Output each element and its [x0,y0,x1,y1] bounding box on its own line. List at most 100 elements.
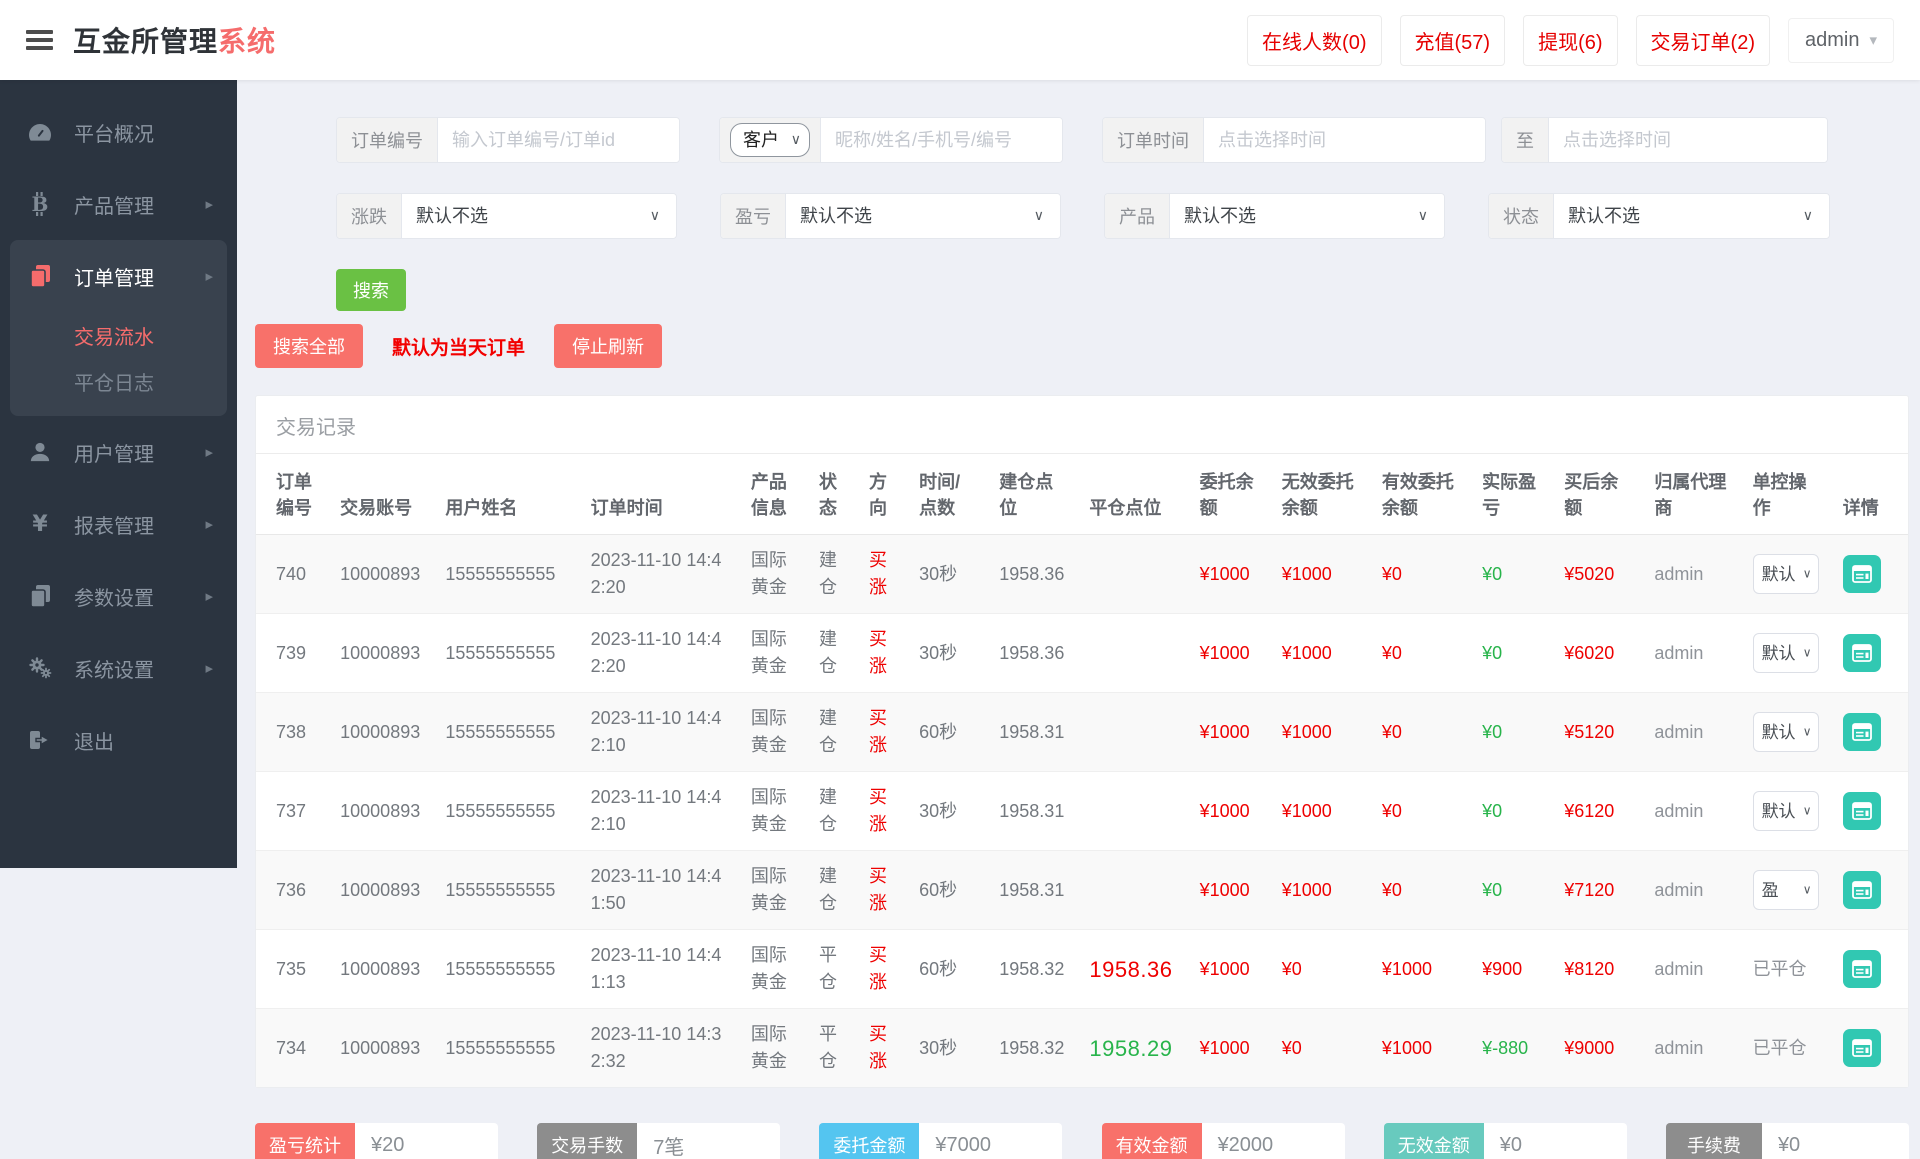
updown-select-wrap: 默认不选 ∨ [402,194,676,238]
top-header: 互金所管理系统 在线人数(0) 充值(57) 提现(6) 交易订单(2) adm… [0,0,1920,80]
cell-entrust: ¥1000 [1199,1037,1250,1058]
cell-after-balance: ¥6120 [1564,771,1655,852]
cell-after-balance: ¥8120 [1564,929,1655,1010]
cell-close-point: 1958.29 [1089,1035,1173,1061]
sidebar-item-label: 参数设置 [74,587,154,610]
control-select[interactable]: 盈 [1752,870,1819,911]
detail-button[interactable] [1842,792,1881,831]
chevron-right-icon: ▸ [205,516,213,533]
cell-product: 国际黄金 [750,534,819,615]
withdraw-count-button[interactable]: 提现(6) [1523,14,1618,66]
online-count-button[interactable]: 在线人数(0) [1247,14,1382,66]
recharge-count-button[interactable]: 充值(57) [1399,14,1506,66]
detail-icon [1851,802,1872,821]
cell-control: 默认 ∨ [1752,692,1843,773]
control-select[interactable]: 默认 [1752,712,1819,753]
sidebar-item-parameter-settings[interactable]: 参数设置 ▸ [0,560,237,632]
cell-user-name: 15555555555 [445,771,591,852]
cell-duration: 30秒 [919,771,1000,852]
svg-text:¥: ¥ [32,512,48,536]
cell-valid-entrust: ¥1000 [1381,929,1483,1010]
sidebar-item-report-management[interactable]: ¥ 报表管理 ▸ [0,488,237,560]
detail-button[interactable] [1842,713,1881,752]
trade-order-count-button[interactable]: 交易订单(2) [1635,14,1770,66]
sidebar-subitem-close-log[interactable]: 平仓日志 [10,358,227,404]
cell-close-point [1089,771,1200,852]
sidebar-item-logout[interactable]: 退出 [0,704,237,776]
status-select[interactable]: 默认不选 [1554,194,1829,238]
profit-select[interactable]: 默认不选 [786,194,1060,238]
sidebar-item-label: 用户管理 [74,443,154,466]
cell-close-point [1089,534,1200,615]
sidebar-item-order-management[interactable]: 订单管理 ▸ [10,240,227,312]
detail-button[interactable] [1842,555,1881,594]
cell-after-balance: ¥5120 [1564,692,1655,773]
summary-value: ¥0 [1761,1123,1909,1159]
time-end-input[interactable] [1549,118,1827,162]
control-select[interactable]: 默认 [1752,554,1819,595]
cell-order-id: 738 [256,692,341,773]
col-after-balance: 买后余额 [1564,454,1655,536]
detail-button[interactable] [1842,1029,1881,1068]
files-icon [24,264,56,288]
sidebar: 平台概况 B 产品管理 ▸ 订单管理 ▸ 交易流水 平仓日志 用户管理 ▸ ¥ … [0,80,237,868]
updown-select[interactable]: 默认不选 [402,194,676,238]
stop-refresh-button[interactable]: 停止刷新 [554,324,663,368]
sidebar-item-platform-overview[interactable]: 平台概况 [0,96,237,168]
detail-icon [1851,644,1872,663]
table-row: 736 10000893 15555555555 2023-11-10 14:41:5… [256,850,1908,931]
summary-label: 有效金额 [1101,1123,1202,1159]
customer-type-select[interactable]: 客户 [730,123,810,157]
cell-open-point: 1958.31 [999,850,1090,931]
col-user-name: 用户姓名 [445,454,591,536]
profit-label: 盈亏 [721,194,786,238]
cell-order-time: 2023-11-10 14:42:10 [590,771,751,852]
cell-direction: 买涨 [869,613,920,694]
cell-control: 已平仓 [1752,1037,1807,1058]
summary-entrust-amount: 委托金额 ¥7000 [819,1123,1063,1159]
chevron-right-icon: ▸ [205,268,213,285]
sidebar-item-product-management[interactable]: B 产品管理 ▸ [0,168,237,240]
trade-table-head: 订单编号 交易账号 用户姓名 订单时间 产品信息 状态 方向 时间/点数 建仓点… [256,454,1908,536]
menu-toggle-icon[interactable] [26,30,53,50]
main-content: 订单编号 客户 ∨ 订单时间 至 [237,80,1920,1159]
cell-invalid-entrust: ¥0 [1281,929,1382,1010]
cell-control: 默认 ∨ [1752,613,1843,694]
cell-order-time: 2023-11-10 14:42:20 [590,613,751,694]
detail-icon [1851,565,1872,584]
search-all-button[interactable]: 搜索全部 [255,324,363,368]
detail-button[interactable] [1842,950,1881,989]
detail-button[interactable] [1842,871,1881,910]
header-row: 订单编号 交易账号 用户姓名 订单时间 产品信息 状态 方向 时间/点数 建仓点… [256,454,1908,536]
cell-open-point: 1958.31 [999,771,1090,852]
order-no-input[interactable] [438,118,679,162]
cell-account: 10000893 [340,1037,421,1058]
cell-detail [1842,850,1908,931]
user-menu-button[interactable]: admin ▾ [1787,17,1894,63]
search-button[interactable]: 搜索 [336,269,406,311]
summary-fee: 手续费 ¥0 [1665,1123,1909,1159]
product-select[interactable]: 默认不选 [1170,194,1444,238]
sidebar-item-user-management[interactable]: 用户管理 ▸ [0,416,237,488]
cell-product: 国际黄金 [750,613,819,694]
customer-input[interactable] [821,118,1062,162]
cell-product: 国际黄金 [750,850,819,931]
trade-table-body: 740 10000893 15555555555 2023-11-10 14:42:2… [256,534,1908,1088]
cell-actual-profit: ¥0 [1482,850,1565,931]
cell-actual-profit: ¥900 [1482,929,1565,1010]
time-end-filter: 至 [1501,117,1828,163]
detail-button[interactable] [1842,634,1881,673]
cell-state: 建仓 [818,534,870,615]
control-select[interactable]: 默认 [1752,791,1819,832]
col-order-id: 订单编号 [256,454,341,536]
cell-valid-entrust: ¥0 [1381,613,1483,694]
control-select[interactable]: 默认 [1752,633,1819,674]
filter-row-1: 订单编号 客户 ∨ 订单时间 至 [336,117,1909,163]
sidebar-subitem-trade-flow[interactable]: 交易流水 [10,312,227,358]
summary-valid-amount: 有效金额 ¥2000 [1101,1123,1345,1159]
default-today-note: 默认为当天订单 [392,337,526,359]
table-row: 738 10000893 15555555555 2023-11-10 14:42:1… [256,692,1908,773]
time-start-input[interactable] [1204,118,1485,162]
sidebar-item-label: 平台概况 [74,123,154,146]
sidebar-item-system-settings[interactable]: 系统设置 ▸ [0,632,237,704]
